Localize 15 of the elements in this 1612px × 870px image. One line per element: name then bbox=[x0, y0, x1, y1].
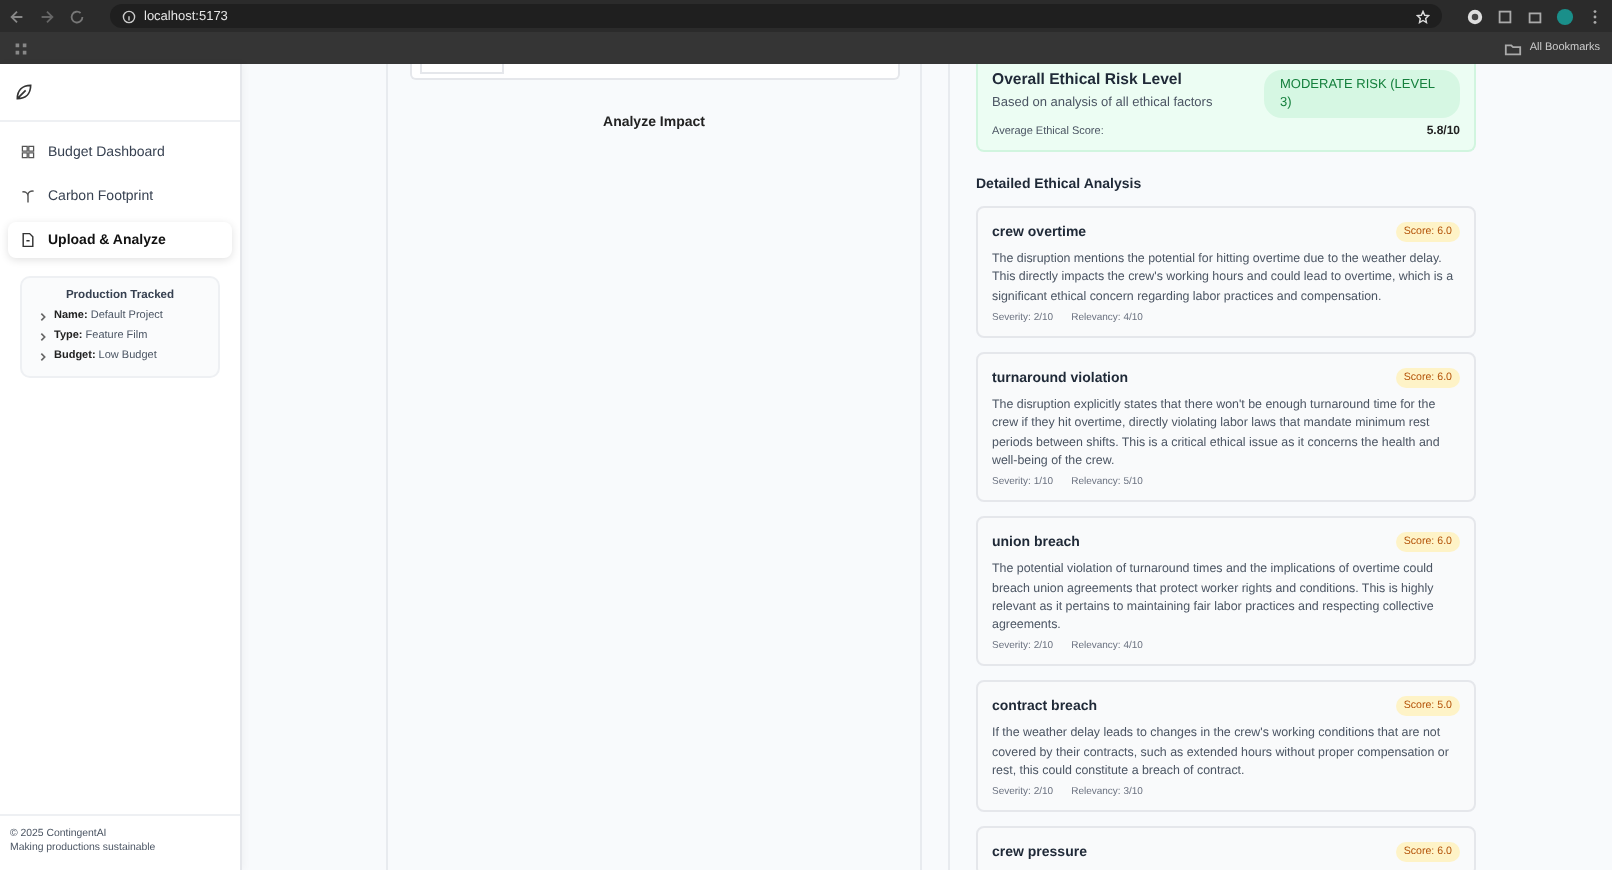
sprout-icon bbox=[20, 188, 36, 204]
back-icon[interactable] bbox=[8, 7, 26, 25]
file-icon bbox=[20, 232, 36, 248]
folder-icon bbox=[1503, 39, 1522, 57]
tabs-icon[interactable] bbox=[1526, 7, 1544, 25]
leaf-icon bbox=[14, 82, 34, 102]
star-icon[interactable] bbox=[1416, 9, 1430, 23]
extension-icon[interactable] bbox=[1466, 7, 1484, 25]
forward-icon[interactable] bbox=[38, 7, 56, 25]
avatar-icon[interactable] bbox=[1556, 7, 1574, 25]
grid-icon bbox=[20, 144, 36, 160]
input-field[interactable] bbox=[419, 64, 503, 74]
reload-icon[interactable] bbox=[68, 7, 86, 25]
info-icon bbox=[122, 9, 136, 23]
apps-icon[interactable] bbox=[12, 39, 30, 57]
